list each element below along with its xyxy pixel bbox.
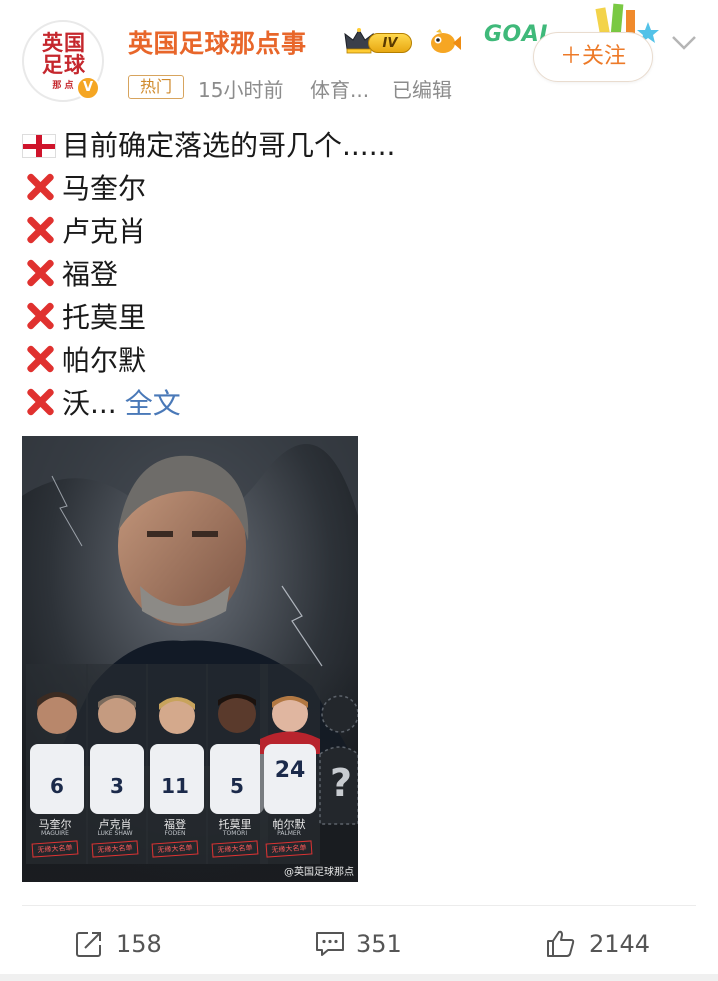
player-number: 24	[274, 758, 306, 783]
player-card-list: 6 3 11 5 24 ? 马奎尔 卢克肖 福登 托莫里 帕尔默 MAGUIRE…	[22, 436, 358, 882]
england-flag-icon	[22, 134, 56, 158]
post-line-text: 目前确定落选的哥几个......	[62, 129, 396, 162]
excluded-stamp: 无缘大名单	[211, 840, 259, 858]
excluded-stamp: 无缘大名单	[31, 840, 79, 858]
divider	[22, 905, 696, 906]
cross-mark-icon	[22, 298, 58, 334]
excluded-stamp: 无缘大名单	[265, 840, 313, 858]
excluded-stamp: 无缘大名单	[151, 840, 199, 858]
cross-mark-icon	[22, 384, 58, 420]
image-watermark: @英国足球那点	[284, 867, 354, 878]
post-line-text: 帕尔默	[62, 344, 147, 377]
comment-count: 351	[356, 930, 402, 958]
username[interactable]: 英国足球那点事	[128, 24, 307, 60]
like-button[interactable]: 2144	[545, 918, 665, 970]
feed-separator	[0, 974, 718, 981]
comment-button[interactable]: 351	[314, 918, 414, 970]
mystery-player-mark: ?	[329, 761, 353, 805]
post-line-intro: 目前确定落选的哥几个......	[22, 124, 702, 167]
expand-full-text-link[interactable]: 全文	[125, 387, 181, 420]
post-text[interactable]: 目前确定落选的哥几个...... 马奎尔 卢克肖 福登 托莫里 帕尔默 沃...…	[22, 124, 702, 425]
repost-count: 158	[116, 930, 162, 958]
excluded-stamp: 无缘大名单	[91, 840, 139, 858]
post-line: 托莫里	[22, 296, 702, 339]
post-image[interactable]: 6 3 11 5 24 ? 马奎尔 卢克肖 福登 托莫里 帕尔默 MAGUIRE…	[22, 436, 358, 882]
post-line: 沃... 全文	[22, 382, 702, 425]
cross-mark-icon	[22, 212, 58, 248]
player-number: 6	[50, 774, 64, 798]
player-name-en: LUKE SHAW	[97, 830, 133, 837]
repost-button[interactable]: 158	[74, 918, 174, 970]
post-time: 15小时前	[198, 78, 284, 102]
post-line-text: 托莫里	[62, 301, 147, 334]
post-line: 帕尔默	[22, 339, 702, 382]
player-number: 3	[110, 774, 124, 798]
rank-level: IV	[368, 33, 412, 53]
fish-emoji-icon	[431, 29, 461, 53]
chevron-down-icon[interactable]	[668, 26, 700, 58]
player-name-en: TOMORI	[222, 830, 248, 837]
edited-label[interactable]: 已编辑	[392, 74, 452, 103]
post-line-text: 马奎尔	[62, 172, 147, 205]
hot-tag: 热门	[128, 75, 184, 99]
verified-icon: V	[76, 76, 100, 100]
player-name-en: FODEN	[164, 830, 186, 837]
post-line-text: 卢克肖	[62, 215, 147, 248]
player-name-en: MAGUIRE	[41, 830, 69, 837]
action-bar: 158 351 2144	[0, 918, 718, 970]
post-line: 马奎尔	[22, 167, 702, 210]
comment-icon	[316, 932, 344, 956]
post-line-text: 福登	[62, 258, 119, 291]
thumbs-up-icon	[547, 930, 575, 957]
like-count: 2144	[589, 930, 651, 958]
post-source[interactable]: 体育...	[310, 74, 369, 103]
post-line: 卢克肖	[22, 210, 702, 253]
cross-mark-icon	[22, 341, 58, 377]
avatar-logo-text: 英国足球	[42, 30, 86, 77]
player-number: 5	[230, 774, 244, 798]
repost-icon	[76, 932, 101, 957]
cross-mark-icon	[22, 255, 58, 291]
post-line: 福登	[22, 253, 702, 296]
rank-badge[interactable]: IV	[344, 27, 416, 57]
post-line-text: 沃...	[62, 387, 117, 420]
post-header: 英国足球 那 点 V 英国足球那点事 IV GOAL ＋关注 热门 15小时前 …	[0, 0, 718, 110]
cross-mark-icon	[22, 169, 58, 205]
follow-button[interactable]: ＋关注	[533, 32, 653, 82]
player-name-en: PALMER	[277, 830, 301, 837]
player-number: 11	[161, 774, 189, 798]
